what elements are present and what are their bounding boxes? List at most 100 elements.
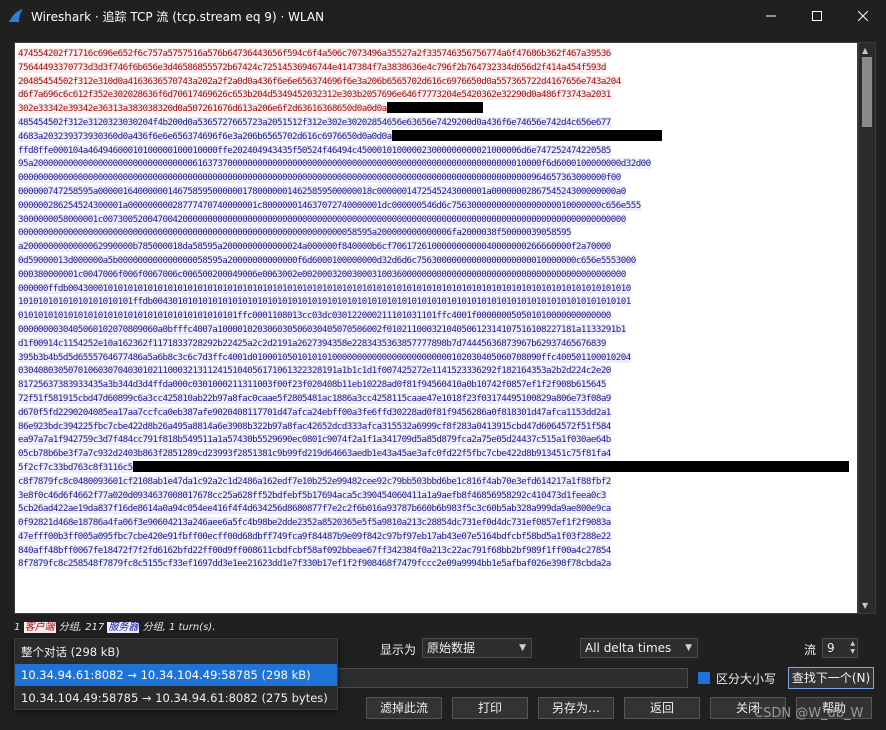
server-data-line: 000000286254524300001a000000000287774707… (18, 199, 852, 213)
line-text: 95a2000000000000000000000000000000061637… (18, 158, 651, 170)
server-data-line: 000380000001c0047006f006f0067006c0065002… (18, 268, 852, 282)
line-text: d6f7a696c6c612f352e302028636f6d706174696… (18, 89, 611, 101)
client-data-line: 474554202f71716c696e652f6c757a5757516a57… (18, 47, 852, 61)
line-text: a2000000000000062990000b785000018da58595… (18, 241, 611, 253)
client-data-line: 302e33342e39342e36313a383038320d0a507261… (18, 102, 852, 116)
watermark-text: CSDN @W_db_W (754, 706, 864, 721)
delta-times-select[interactable]: All delta times ▼ (580, 638, 698, 658)
minimize-icon (766, 15, 776, 17)
summary-unit: 分组, (55, 622, 86, 633)
server-data-line: 4683a203239373930360d0a436f6e6e656374696… (18, 129, 852, 144)
stream-number-value: 9 (827, 641, 835, 655)
stream-text: 474554202f71716c696e652f6c757a5757516a57… (18, 47, 852, 571)
server-data-line: d1f00914c1154252e10a162362f1171833728292… (18, 337, 852, 351)
filter-out-stream-button[interactable]: 滤掉此流 (366, 697, 442, 719)
line-text: 000000747258595a000001640000001467585950… (18, 185, 626, 197)
server-data-line: 0d59000013d000000a5b00000000000000005859… (18, 254, 852, 268)
line-text: ea97a7a1f942759c3d7f484cc791f818b549511a… (18, 434, 611, 446)
server-data-line: 485454502f312e3120323030204f4b200d0a5365… (18, 116, 852, 130)
line-text: 0101010101010101010101010101010101010101… (18, 310, 611, 322)
client-packet-count: 1 (14, 622, 21, 633)
vertical-scrollbar[interactable]: ▲ ▼ (858, 42, 876, 614)
case-sensitive-checkbox[interactable] (698, 672, 710, 684)
line-text: 75644493370773d3d3f746f6b656e3d465868555… (18, 61, 606, 73)
summary-unit: 分组, (139, 622, 169, 633)
stream-content-view[interactable]: 474554202f71716c696e652f6c757a5757516a57… (14, 42, 858, 614)
title-bar: Wireshark · 追踪 TCP 流 (tcp.stream eq 9) ·… (0, 0, 886, 32)
server-label: 服务器 (107, 622, 140, 633)
close-window-button[interactable] (840, 0, 886, 32)
line-text: 5cb26ad422ae19da837f16de8614a0a94c054ee4… (18, 503, 611, 515)
direction-dropdown-list[interactable]: 整个对话 (298 kB) 10.34.94.61:8082 → 10.34.10… (14, 638, 338, 710)
server-data-line: 3000000058000001c00730052004700420000000… (18, 213, 852, 227)
line-text: 000380000001c0047006f006f0067006c0065002… (18, 268, 626, 280)
server-data-line: 72f51f581915cbd47d60899c6a3cc425810ab22b… (18, 392, 852, 406)
line-text: 302e33342e39342e36313a383038320d0a507261… (18, 103, 387, 115)
server-data-line: ea97a7a1f942759c3d7f484cc791f818b549511a… (18, 433, 852, 447)
show-as-select[interactable]: 原始数据 ▼ (422, 638, 532, 658)
server-data-line: 0f92821d468e18786a4fa06f3e90604213a246ae… (18, 516, 852, 530)
client-data-line: 75644493370773d3d3f746f6b656e3d465868555… (18, 61, 852, 75)
server-data-line: 86e923bdc394225fbc7cbe422d8b26a495a8814a… (18, 420, 852, 434)
line-text: 395b3b4b5d5d6555764677486a5a6b8c3c6c7d3f… (18, 351, 631, 363)
line-text: 840aff48bff0067fe18472f7f2fd6162bfd22ff0… (18, 544, 611, 556)
line-text: d1f00914c1154252e10a162362f1171833728292… (18, 337, 606, 349)
server-data-line: ffd8ffe000104a46494600010100000100010000… (18, 144, 852, 158)
server-data-line: 0304080305070106030704030102110003213112… (18, 364, 852, 378)
client-label: 客户端 (23, 622, 56, 633)
scroll-up-icon[interactable]: ▲ (862, 46, 868, 55)
server-data-line: 05cb78b6be3f7a7c932d2403b863f2851289cd23… (18, 447, 852, 461)
server-data-line: 5f2cf7c33bd763c8f3116c5 (18, 460, 852, 475)
wireshark-fin-icon (9, 9, 23, 22)
line-text: 3e8f0c46d6f4662f77a020d0934637008017678c… (18, 489, 606, 501)
stream-summary: 1 客户端 分组, 217 服务器 分组, 1 turn(s). (14, 618, 215, 633)
server-data-line: 47efff00b3ff005a095fbc7cbe420e91fbff00ec… (18, 530, 852, 544)
line-text: 8f7879fc8c258548f7879fc8c5155cf33ef1697d… (18, 558, 611, 570)
line-text: 72f51f581915cbd47d60899c6a3cc425810ab22b… (18, 392, 611, 404)
server-data-line: 0000000030405060102070809060a0bfffc4007a… (18, 323, 852, 337)
server-data-line: 8f7879fc8c258548f7879fc8c5155cf33ef1697d… (18, 557, 852, 571)
line-text: 0000000030405060102070809060a0bfffc4007a… (18, 323, 626, 335)
line-text: ffd8ffe000104a46494600010100000100010000… (18, 144, 611, 156)
scroll-thumb[interactable] (862, 57, 872, 127)
find-next-button[interactable]: 查找下一个(N) (788, 667, 874, 689)
server-data-line: 0101010101010101010101010101010101010101… (18, 309, 852, 323)
server-data-line: 840aff48bff0067fe18472f7f2fd6162bfd22ff0… (18, 544, 852, 558)
line-text: 000000ffdb004300010101010101010101010101… (18, 282, 631, 294)
server-data-line: 0000000000000000000000000000000000000000… (18, 226, 852, 240)
server-data-line: 000000ffdb004300010101010101010101010101… (18, 282, 852, 296)
show-as-label: 显示为 (380, 643, 417, 657)
case-sensitive-label: 区分大小写 (716, 672, 777, 686)
server-data-line: 81725637383933435a3b344d3d4ffda000c03010… (18, 378, 852, 392)
client-data-line: 20485454502f312e310d0a4163636570743a202a… (18, 75, 852, 89)
find-input[interactable] (336, 668, 688, 688)
maximize-button[interactable] (794, 0, 840, 32)
spin-down-icon[interactable]: ▼ (850, 648, 855, 656)
minimize-button[interactable] (748, 0, 794, 32)
dropdown-option[interactable]: 整个对话 (298 kB) (15, 641, 337, 663)
stream-label: 流 (804, 643, 817, 657)
dropdown-option[interactable]: 10.34.104.49:58785 → 10.34.94.61:8082 (2… (15, 687, 337, 709)
line-text: 0000000000000000000000000000000000000000… (18, 227, 571, 239)
save-as-button[interactable]: 另存为… (538, 697, 614, 719)
line-end-marker (391, 129, 662, 141)
line-text: 485454502f312e3120323030204f4b200d0a5365… (18, 116, 611, 128)
chevron-down-icon: ▼ (519, 643, 526, 653)
server-data-line: 5cb26ad422ae19da837f16de8614a0a94c054ee4… (18, 502, 852, 516)
print-button[interactable]: 打印 (452, 697, 528, 719)
server-data-line: 10101010101010101010101ffdb0043010101010… (18, 295, 852, 309)
dropdown-option[interactable]: 10.34.94.61:8082 → 10.34.104.49:58785 (2… (15, 664, 337, 686)
turn-count: 1 turn(s). (168, 622, 216, 633)
show-as-value: 原始数据 (427, 641, 476, 655)
line-text: 86e923bdc394225fbc7cbe422d8b26a495a8814a… (18, 420, 611, 432)
line-text: 4683a203239373930360d0a436f6e6e656374696… (18, 130, 392, 142)
line-text: 0d59000013d000000a5b00000000000000005859… (18, 254, 636, 266)
server-data-line: 95a2000000000000000000000000000000061637… (18, 157, 852, 171)
stream-number-spinbox[interactable]: 9 ▲ ▼ (822, 638, 858, 658)
server-data-line: 000000747258595a000001640000001467585950… (18, 185, 852, 199)
scroll-down-icon[interactable]: ▼ (862, 601, 868, 610)
chevron-down-icon: ▼ (685, 643, 692, 653)
line-text: 474554202f71716c696e652f6c757a5757516a57… (18, 48, 611, 59)
back-button[interactable]: 返回 (624, 697, 700, 719)
spin-up-icon[interactable]: ▲ (850, 640, 855, 648)
